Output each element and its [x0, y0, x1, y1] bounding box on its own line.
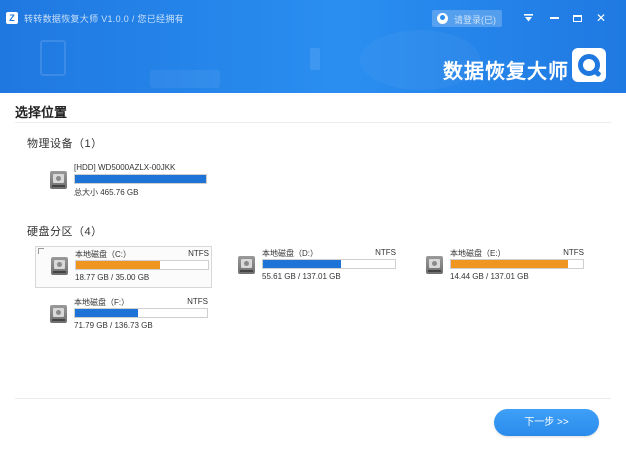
partition-item-c[interactable]: 本地磁盘（C:） NTFS 18.77 GB / 35.00 GB [35, 246, 212, 288]
partition-item-d[interactable]: 本地磁盘（D:） NTFS 55.61 GB / 137.01 GB [238, 248, 396, 286]
physical-devices-heading: 物理设备（1） [27, 138, 103, 150]
header-decoration [40, 40, 66, 76]
partition-name: 本地磁盘（D:） [262, 249, 318, 258]
partition-filesystem: NTFS [563, 248, 584, 257]
partition-icon [426, 256, 443, 274]
partitions-heading: 硬盘分区（4） [27, 226, 103, 238]
divider [15, 398, 611, 399]
window-title: 转转数据恢复大师 V1.0.0 / 您已经拥有 [24, 14, 184, 24]
login-button[interactable]: 请登录(已) [432, 10, 502, 27]
partition-size: 18.77 GB / 35.00 GB [75, 273, 150, 282]
partition-usage-bar [74, 308, 208, 318]
header-decoration [150, 70, 220, 88]
dropdown-menu-icon [523, 14, 533, 22]
hard-disk-icon [50, 171, 67, 189]
title-bar[interactable]: Z 转转数据恢复大师 V1.0.0 / 您已经拥有 请登录(已) ✕ [0, 0, 626, 36]
partition-size: 71.79 GB / 136.73 GB [74, 321, 153, 330]
minimize-icon [549, 17, 559, 20]
page-title: 选择位置 [15, 105, 68, 120]
partition-size: 55.61 GB / 137.01 GB [262, 272, 341, 281]
dropdown-menu-button[interactable] [519, 10, 537, 27]
header-decoration [310, 48, 320, 70]
partition-name: 本地磁盘（C:） [75, 250, 131, 259]
close-button[interactable]: ✕ [592, 10, 610, 27]
partition-usage-bar [75, 260, 209, 270]
brand-logo-icon [572, 48, 606, 82]
next-button[interactable]: 下一步 >> [494, 409, 599, 436]
partition-name: 本地磁盘（F:） [74, 298, 130, 307]
disk-name: [HDD] WD5000AZLX-00JKK [74, 163, 176, 172]
partition-name: 本地磁盘（E:） [450, 249, 506, 258]
minimize-button[interactable] [545, 10, 563, 27]
app-header: Z 转转数据恢复大师 V1.0.0 / 您已经拥有 请登录(已) ✕ 数据恢复大… [0, 0, 626, 93]
user-icon [437, 13, 448, 24]
partition-icon [50, 305, 67, 323]
selection-marker [38, 248, 44, 254]
partition-filesystem: NTFS [187, 297, 208, 306]
partition-icon [238, 256, 255, 274]
divider [15, 122, 611, 123]
partition-icon [51, 257, 68, 275]
app-icon: Z [6, 12, 18, 24]
close-icon: ✕ [595, 11, 607, 25]
partition-size: 14.44 GB / 137.01 GB [450, 272, 529, 281]
partition-usage-bar [262, 259, 396, 269]
brand-name: 数据恢复大师 [443, 61, 569, 83]
partition-filesystem: NTFS [375, 248, 396, 257]
physical-disk-item[interactable]: [HDD] WD5000AZLX-00JKK 总大小 465.76 GB [50, 163, 207, 201]
partition-filesystem: NTFS [188, 249, 209, 258]
disk-size: 总大小 465.76 GB [74, 188, 139, 197]
partition-usage-bar [450, 259, 584, 269]
disk-usage-bar [74, 174, 207, 184]
maximize-button[interactable] [568, 10, 586, 27]
partition-item-f[interactable]: 本地磁盘（F:） NTFS 71.79 GB / 136.73 GB [50, 297, 208, 335]
partition-item-e[interactable]: 本地磁盘（E:） NTFS 14.44 GB / 137.01 GB [426, 248, 584, 286]
maximize-icon [572, 14, 582, 22]
login-label: 请登录(已) [454, 15, 496, 25]
